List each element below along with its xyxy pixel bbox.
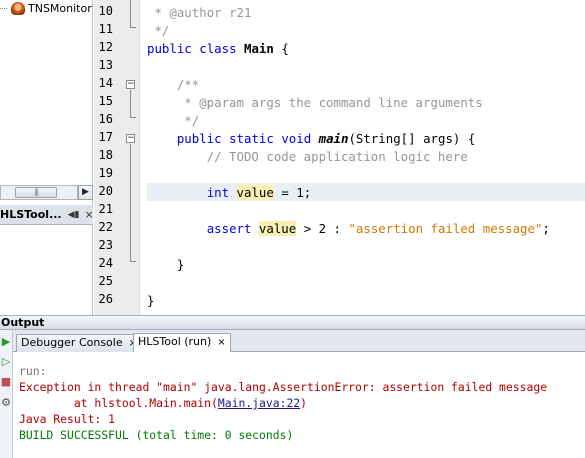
line-number: 16 — [98, 112, 113, 126]
javadoc-tag: @param — [199, 95, 244, 110]
tab-debugger-console[interactable]: Debugger Console× — [16, 334, 143, 352]
code-line-17: public static void main(String[] args) { — [147, 130, 475, 148]
project-tree-item[interactable]: TNSMonitor — [0, 0, 93, 16]
console-line-stacktrace: at hlstool.Main.main(Main.java:22) — [19, 395, 579, 411]
code-line-15: * @param args the command line arguments — [147, 94, 483, 112]
line-number: 24 — [98, 256, 113, 270]
class-name: Main — [244, 41, 274, 56]
keyword: public — [176, 131, 222, 146]
output-window: Output ▶ ▷ ■ ⚙ Debugger Console× HLSTool… — [0, 315, 585, 458]
code-line-20: int value = 1; — [147, 184, 311, 202]
fold-guide — [130, 90, 131, 117]
line-number: 22 — [98, 220, 113, 234]
highlighted-variable: value — [258, 221, 297, 236]
tab-hlstool-run[interactable]: HLSTool (run) × — [133, 333, 231, 352]
code-line-10: * @author r21 — [147, 4, 251, 22]
highlighted-variable: value — [236, 185, 274, 200]
code-text: ; — [542, 221, 550, 236]
output-tab-bar: Debugger Console× HLSTool (run) × — [13, 330, 585, 352]
line-number: 19 — [98, 166, 113, 180]
fold-guide — [130, 0, 131, 27]
keyword: class — [199, 41, 237, 56]
collapse-fold-icon[interactable]: − — [126, 134, 135, 143]
console-line-exception: Exception in thread "main" java.lang.Ass… — [19, 380, 548, 394]
console-line-build: BUILD SUCCESSFUL (total time: 0 seconds) — [19, 428, 294, 442]
line-number: 15 — [98, 94, 113, 108]
tab-scroll-controls-icon[interactable]: ◀▮ — [68, 210, 80, 220]
fold-end-marker — [130, 261, 136, 262]
line-number-gutter: 10 11 12 13 14 15 16 17 18 19 20 21 22 2… — [94, 0, 140, 315]
line-number: 20 — [98, 184, 113, 198]
tree-connector — [0, 7, 7, 9]
line-number: 18 — [98, 148, 113, 162]
code-line-14: /** — [147, 77, 200, 92]
comment-text: args the command line arguments — [243, 95, 483, 110]
navigator-tab[interactable]: HLSTool... ◀▮ × — [0, 205, 94, 225]
keyword: assert — [206, 221, 252, 236]
code-text: = 1; — [273, 185, 312, 200]
code-line-18: // TODO code application logic here — [147, 149, 468, 164]
code-area[interactable]: * @author r21 */ public class Main { /**… — [147, 0, 585, 315]
line-number: 13 — [98, 58, 113, 72]
console-line-run: run: — [19, 364, 47, 378]
string-literal: "assertion failed message" — [348, 221, 543, 236]
code-line-12: public class Main { — [147, 40, 289, 58]
code-line-11: */ — [147, 23, 170, 38]
tab-label: Debugger Console — [21, 336, 123, 349]
line-number: 17 — [98, 130, 113, 144]
line-number: 26 — [98, 292, 113, 306]
line-number: 21 — [98, 202, 113, 216]
run-icon[interactable]: ▶ — [0, 335, 12, 349]
tab-label: HLSTool (run) — [138, 335, 212, 348]
comment-text: * — [147, 95, 200, 110]
stacktrace-text: at hlstool.Main.main( — [19, 396, 218, 410]
rerun-icon[interactable]: ▷ — [0, 355, 12, 369]
projects-pane: TNSMonitor ||| ▶ HLSTool... ◀▮ × — [0, 0, 94, 315]
code-text: > 2 : — [296, 221, 349, 236]
line-number: 10 — [98, 4, 113, 18]
code-line-26: } — [147, 293, 155, 308]
line-number: 11 — [98, 22, 113, 36]
fold-end-marker — [130, 27, 136, 28]
keyword: public — [147, 41, 192, 56]
keyword: void — [281, 131, 312, 146]
keyword: int — [206, 185, 230, 200]
code-line-16: */ — [147, 113, 200, 128]
method-name: main — [318, 131, 349, 146]
console-output[interactable]: run: Exception in thread "main" java.lan… — [19, 363, 579, 443]
stacktrace-text: ) — [300, 396, 308, 410]
coffee-cup-icon — [11, 1, 25, 15]
console-line-java-result: Java Result: 1 — [19, 412, 116, 426]
line-number: 14 — [98, 76, 113, 90]
code-text: (String[] args) { — [348, 131, 476, 146]
fold-guide — [130, 144, 131, 261]
line-number: 12 — [98, 40, 113, 54]
scrollbar-track[interactable]: ||| — [0, 185, 78, 200]
navigator-tab-label: HLSTool... — [0, 208, 62, 221]
javadoc-tag: @author — [169, 5, 222, 20]
stop-icon[interactable]: ■ — [0, 375, 12, 389]
line-number: 23 — [98, 238, 113, 252]
code-line-24: } — [147, 257, 185, 272]
output-window-title[interactable]: Output — [0, 315, 585, 330]
code-line-22: assert value > 2 : "assertion failed mes… — [147, 220, 550, 238]
settings-icon[interactable]: ⚙ — [0, 396, 12, 410]
fold-end-marker — [130, 117, 136, 118]
horizontal-scrollbar[interactable]: ||| ▶ — [0, 185, 93, 200]
output-toolbar: ▶ ▷ ■ ⚙ — [0, 330, 13, 458]
comment-text: r21 — [221, 5, 252, 20]
collapse-fold-icon[interactable]: − — [126, 80, 135, 89]
source-link[interactable]: Main.java:22 — [218, 396, 300, 410]
code-editor[interactable]: 10 11 12 13 14 15 16 17 18 19 20 21 22 2… — [94, 0, 585, 315]
scrollbar-thumb[interactable]: ||| — [15, 187, 57, 198]
comment-text: * — [147, 5, 170, 20]
code-text: { — [273, 41, 289, 56]
line-number: 25 — [98, 274, 113, 288]
keyword: static — [229, 131, 274, 146]
close-icon[interactable]: × — [217, 337, 225, 348]
